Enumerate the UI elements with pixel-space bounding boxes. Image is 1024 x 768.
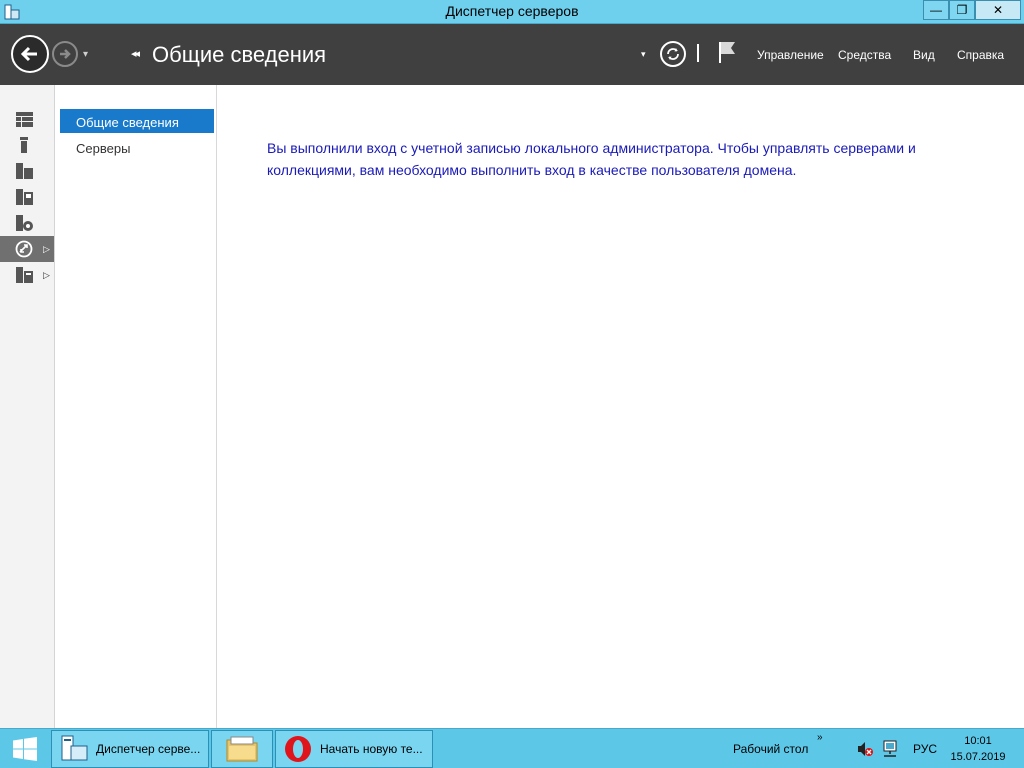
maximize-button[interactable]: ❐	[949, 0, 975, 20]
taskbar: Диспетчер серве... Начать новую те... Ра…	[0, 728, 1024, 768]
page-title: Общие сведения	[152, 42, 327, 67]
menu-view[interactable]: Вид	[913, 48, 935, 62]
remote-desktop-icon	[15, 240, 33, 258]
close-button[interactable]: ✕	[975, 0, 1021, 20]
back-arrow-icon	[20, 46, 37, 62]
windows-logo-icon	[13, 737, 37, 761]
rail-item-remote-desktop[interactable]: ▷	[0, 236, 54, 262]
expand-arrow-icon[interactable]: ▷	[43, 244, 50, 255]
file-services-icon	[15, 266, 33, 284]
desktop-toolbar-label[interactable]: Рабочий стол	[733, 742, 808, 756]
taskbar-app-server-manager[interactable]: Диспетчер серве...	[51, 730, 209, 768]
main-content: Вы выполнили вход с учетной записью лока…	[217, 85, 1024, 728]
refresh-icon	[667, 48, 679, 60]
icon-rail: ▷ ▷	[0, 85, 55, 728]
menu-help[interactable]: Справка	[957, 48, 1004, 62]
rail-item-iis[interactable]	[0, 210, 54, 236]
file-explorer-icon	[226, 733, 258, 765]
taskbar-app-opera[interactable]: Начать новую те...	[275, 730, 433, 768]
app-header: ▾ ◂◂ Общие сведения ▾ Управление Средств…	[0, 24, 1024, 85]
clock-time: 10:01	[964, 735, 992, 747]
forward-button[interactable]	[52, 41, 78, 67]
start-button[interactable]	[0, 729, 50, 768]
refresh-button[interactable]	[660, 41, 686, 67]
menu-tools[interactable]: Средства	[838, 48, 891, 62]
rail-item-local-server[interactable]	[0, 132, 54, 158]
forward-arrow-icon	[60, 49, 71, 59]
rail-item-dashboard[interactable]	[0, 106, 54, 132]
nav-item-overview[interactable]: Общие сведения	[60, 109, 214, 133]
domain-login-message: Вы выполнили вход с учетной записью лока…	[267, 140, 916, 178]
refresh-dropdown-icon[interactable]: ▾	[641, 49, 646, 60]
taskbar-app-label: Диспетчер серве...	[96, 742, 201, 756]
window-titlebar: Диспетчер серверов — ❐ ✕	[0, 0, 1024, 24]
history-dropdown-icon[interactable]: ▾	[83, 49, 88, 60]
file-storage-icon	[15, 188, 33, 206]
navigation-pane: Общие сведения Серверы	[55, 85, 217, 728]
volume-muted-icon[interactable]	[856, 740, 874, 758]
back-button[interactable]	[11, 35, 49, 73]
rail-item-file-services[interactable]: ▷	[0, 262, 54, 288]
minimize-button[interactable]: —	[923, 0, 949, 20]
local-server-icon	[15, 136, 33, 154]
window-title: Диспетчер серверов	[445, 3, 579, 19]
clock-date: 15.07.2019	[950, 751, 1006, 763]
network-icon[interactable]	[881, 740, 899, 758]
expand-arrow-icon[interactable]: ▷	[43, 270, 50, 281]
server-manager-icon	[58, 733, 90, 765]
notifications-flag-icon[interactable]	[717, 40, 737, 69]
taskbar-app-label: Начать новую те...	[320, 742, 423, 756]
rail-item-file-storage[interactable]	[0, 184, 54, 210]
taskbar-app-file-explorer[interactable]	[211, 730, 273, 768]
input-language[interactable]: РУС	[913, 742, 937, 756]
rail-item-all-servers[interactable]	[0, 158, 54, 184]
header-separator	[697, 44, 699, 62]
taskbar-clock[interactable]: 10:01 15.07.2019	[940, 733, 1016, 765]
opera-icon	[282, 733, 314, 765]
breadcrumb-arrows-icon[interactable]: ◂◂	[131, 47, 140, 60]
menu-manage[interactable]: Управление	[757, 48, 824, 62]
all-servers-icon	[15, 162, 33, 180]
toolbar-overflow-icon[interactable]: »	[817, 732, 823, 743]
iis-icon	[15, 214, 33, 232]
nav-item-servers[interactable]: Серверы	[60, 135, 214, 159]
dashboard-icon	[15, 110, 33, 128]
